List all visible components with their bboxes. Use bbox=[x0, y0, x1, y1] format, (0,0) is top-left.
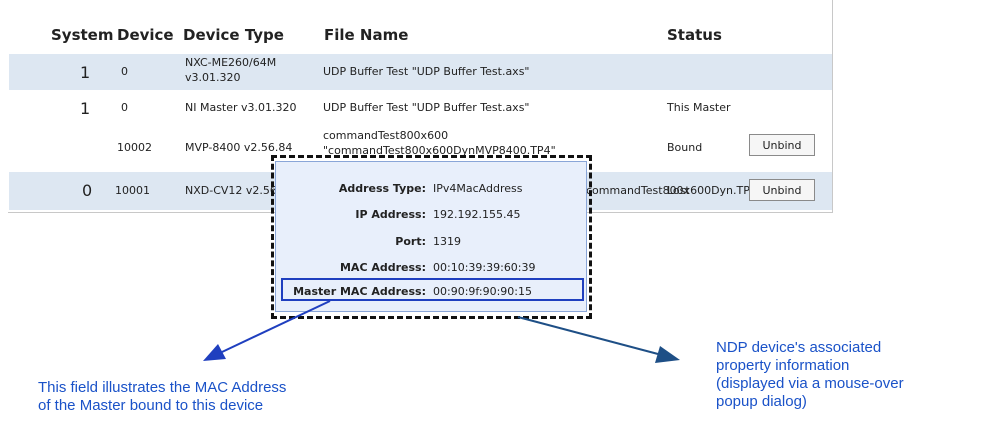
right-callout-line4: popup dialog) bbox=[716, 393, 807, 410]
device-cell: 0 bbox=[121, 101, 128, 114]
device-cell: 0 bbox=[121, 65, 128, 78]
master-mac-highlight bbox=[281, 278, 584, 301]
header-file-name: File Name bbox=[324, 26, 409, 44]
table-row[interactable]: 10002 MVP-8400 v2.56.84 commandTest800x6… bbox=[9, 126, 832, 166]
popup-value: 1319 bbox=[433, 235, 461, 248]
device-cell: 10001 bbox=[115, 184, 150, 197]
unbind-button[interactable]: Unbind bbox=[749, 134, 815, 156]
file-name-cell: UDP Buffer Test "UDP Buffer Test.axs" bbox=[323, 65, 530, 78]
device-type-cell: MVP-8400 v2.56.84 bbox=[185, 141, 293, 154]
system-cell: 0 bbox=[82, 181, 93, 200]
left-callout: This field illustrates the MAC Address o… bbox=[38, 379, 286, 415]
header-system: System bbox=[51, 26, 114, 44]
popup-label: Port: bbox=[395, 235, 426, 248]
popup-label: IP Address: bbox=[355, 208, 426, 221]
left-callout-line2: of the Master bound to this device bbox=[38, 397, 264, 414]
file-name-cell: commandTest800x600 bbox=[323, 129, 449, 142]
popup-value: 00:10:39:39:60:39 bbox=[433, 261, 536, 274]
left-callout-line1: This field illustrates the MAC Address bbox=[38, 379, 287, 396]
table-row[interactable]: 1 0 NXC-ME260/64M v3.01.320 UDP Buffer T… bbox=[9, 54, 832, 90]
right-callout-line1: NDP device's associated bbox=[716, 339, 882, 356]
device-type-cell-line2: v3.01.320 bbox=[185, 71, 241, 84]
right-callout: NDP device's associated property informa… bbox=[716, 339, 904, 411]
left-arrow-head bbox=[203, 344, 226, 361]
right-arrow-line bbox=[517, 316, 659, 355]
device-type-cell: NI Master v3.01.320 bbox=[185, 101, 297, 114]
right-callout-line3: (displayed via a mouse-over bbox=[716, 375, 904, 392]
right-callout-line2: property information bbox=[716, 357, 850, 374]
right-arrow-head bbox=[655, 346, 680, 363]
unbind-button[interactable]: Unbind bbox=[749, 179, 815, 201]
status-cell: Lost bbox=[667, 184, 690, 197]
system-cell: 1 bbox=[80, 99, 91, 118]
header-device-type: Device Type bbox=[183, 26, 284, 44]
file-name-cell-line2: "commandTest800x600DynMVP8400.TP4" bbox=[323, 144, 556, 157]
popup-value: 192.192.155.45 bbox=[433, 208, 521, 221]
popup-label: Address Type: bbox=[338, 182, 426, 195]
status-cell: Bound bbox=[667, 141, 703, 154]
header-status: Status bbox=[667, 26, 722, 44]
header-device: Device bbox=[117, 26, 174, 44]
system-cell: 1 bbox=[80, 63, 91, 82]
file-name-cell: UDP Buffer Test "UDP Buffer Test.axs" bbox=[323, 101, 530, 114]
table-row[interactable]: 1 0 NI Master v3.01.320 UDP Buffer Test … bbox=[9, 90, 832, 126]
device-cell: 10002 bbox=[117, 141, 152, 154]
popup-label: MAC Address: bbox=[339, 261, 426, 274]
status-cell: This Master bbox=[667, 101, 731, 114]
popup-value: IPv4MacAddress bbox=[433, 182, 523, 195]
device-type-cell: NXC-ME260/64M bbox=[185, 56, 277, 69]
